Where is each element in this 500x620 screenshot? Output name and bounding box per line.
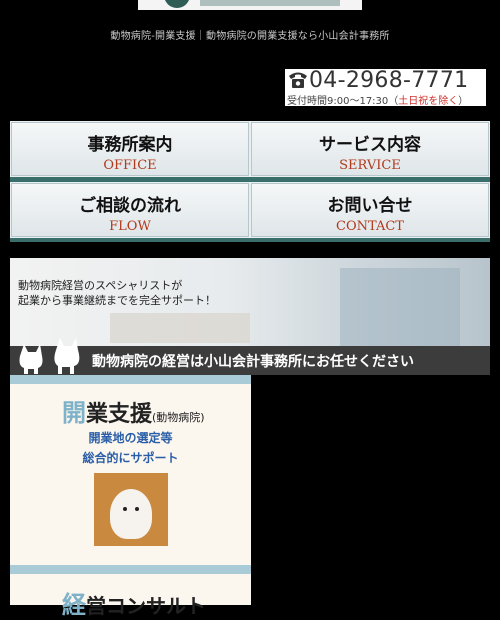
site-tagline: 動物病院-開業支援｜動物病院の開業支援なら小山会計事務所 (110, 31, 390, 42)
nav-service[interactable]: サービス内容 SERVICE (251, 122, 489, 176)
card-title-rest: 営コンサルト (86, 594, 206, 618)
nav-bottom-bar (10, 238, 490, 242)
dog-figure (110, 489, 152, 539)
nav-label-en: CONTACT (336, 219, 404, 234)
card-title-rest: 業支援 (86, 402, 153, 427)
nav-label-jp: 事務所案内 (87, 135, 173, 155)
site-logo[interactable] (138, 0, 362, 10)
nav-contact[interactable]: お問い合せ CONTACT (251, 183, 489, 237)
nav-label-jp: お問い合せ (327, 196, 413, 216)
service-card-opening[interactable]: 開業支援(動物病院) 開業地の選定等 総合的にサポート (10, 375, 251, 570)
card-title-first-char: 開 (62, 399, 86, 427)
nav-label-jp: ご相談の流れ (79, 196, 181, 216)
nav-label-en: OFFICE (103, 158, 157, 173)
nav-label-en: FLOW (109, 219, 151, 234)
phone-icon (289, 72, 307, 88)
phone-contact-box[interactable]: 04-2968-7771 受付時間9:00〜17:30（土日祝を除く） (285, 68, 486, 107)
business-hours: 受付時間9:00〜17:30（土日祝を除く） (287, 92, 468, 107)
banner-text-line2: 起業から事業継続までを完全サポート！ (18, 294, 216, 307)
dog-photo (94, 473, 168, 546)
card-subtitle-line1: 開業地の選定等 (88, 431, 173, 445)
card-title-first-char: 経 (62, 591, 86, 619)
card-title-note: (動物病院) (152, 411, 205, 424)
card-subtitle-line2: 総合的にサポート (82, 451, 179, 465)
cat-dog-silhouette-icon (19, 338, 80, 374)
card-title: 経営コンサルト (62, 585, 206, 620)
card-top-bar (10, 565, 251, 574)
nav-flow[interactable]: ご相談の流れ FLOW (11, 183, 249, 237)
banner-caption: 動物病院の経営は小山会計事務所にお任せください (92, 354, 414, 370)
banner-office-photo (340, 268, 460, 348)
banner-text-line1: 動物病院経営のスペシャリストが (18, 279, 183, 292)
logo-text-graphic (200, 0, 340, 6)
banner-documents-image (110, 313, 250, 343)
card-top-bar (10, 375, 251, 384)
main-navigation: 事務所案内 OFFICE サービス内容 SERVICE ご相談の流れ FLOW … (10, 121, 490, 242)
hours-close-paren: ） (458, 96, 469, 107)
logo-mark-icon (164, 0, 190, 8)
hero-banner: 動物病院経営のスペシャリストが 起業から事業継続までを完全サポート！ 動物病院の… (10, 258, 490, 375)
hours-closed-days: 土日祝を除く (398, 96, 459, 107)
service-card-management[interactable]: 経営コンサルト (10, 565, 251, 619)
dog-eye (123, 507, 127, 511)
nav-label-en: SERVICE (339, 158, 401, 173)
phone-number[interactable]: 04-2968-7771 (309, 68, 468, 93)
dog-eye (135, 507, 139, 511)
nav-label-jp: サービス内容 (319, 135, 421, 155)
hours-text: 受付時間9:00〜17:30（ (287, 96, 399, 107)
nav-office[interactable]: 事務所案内 OFFICE (11, 122, 249, 176)
nav-divider-bar (10, 177, 490, 182)
card-title: 開業支援(動物病院) (62, 393, 205, 428)
